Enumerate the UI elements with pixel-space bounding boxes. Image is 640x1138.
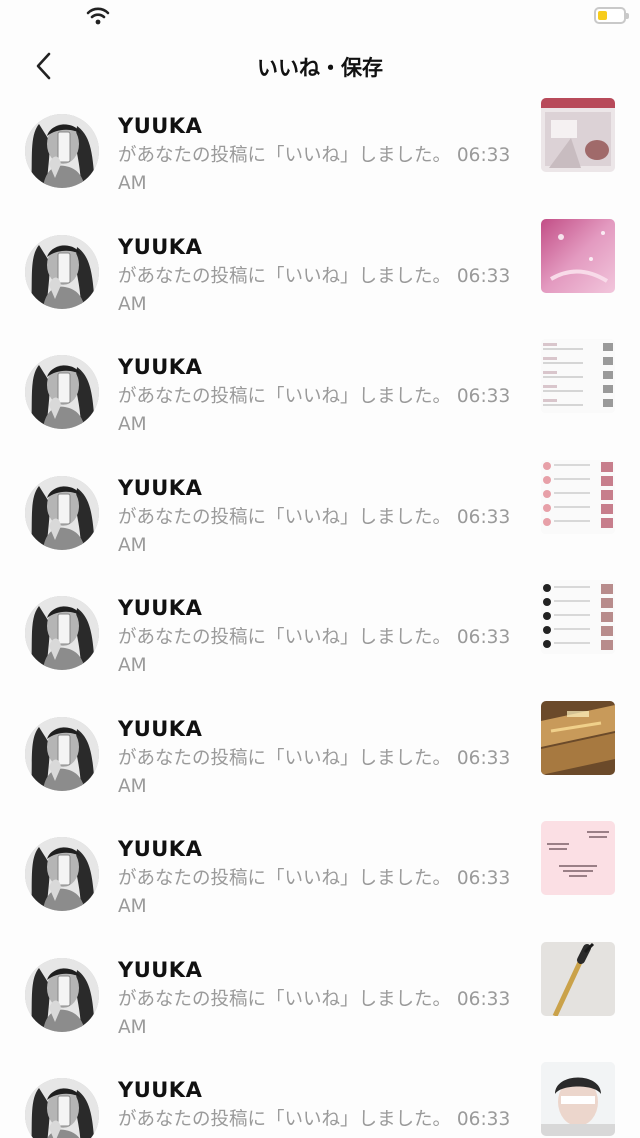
- notification-message: があなたの投稿に「いいね」しました。 06:33 AM: [118, 986, 528, 1042]
- username[interactable]: YUUKA: [118, 717, 202, 741]
- notification-message: があなたの投稿に「いいね」しました。 06:33 AM: [118, 263, 528, 319]
- avatar[interactable]: [25, 475, 99, 550]
- post-thumbnail[interactable]: [541, 459, 615, 534]
- nav-header: いいね・保存: [0, 34, 640, 96]
- message-text: があなたの投稿に「いいね」しました。: [118, 386, 452, 407]
- post-thumbnail[interactable]: [541, 821, 615, 895]
- notification-message: があなたの投稿に「いいね」しました。 06:33 AM: [118, 624, 528, 680]
- page-title: いいね・保存: [257, 56, 383, 80]
- notification-message: があなたの投稿に「いいね」しました。 06:33 AM: [118, 142, 528, 198]
- notification-item[interactable]: YUUKA があなたの投稿に「いいね」しました。 06:33 AM: [0, 578, 640, 699]
- wifi-icon: [86, 7, 110, 25]
- post-thumbnail[interactable]: [541, 941, 615, 1016]
- username[interactable]: YUUKA: [118, 837, 202, 861]
- notification-message: があなたの投稿に「いいね」しました。 06:33 AM: [118, 504, 528, 560]
- avatar[interactable]: [25, 114, 99, 188]
- battery-level: [598, 11, 607, 20]
- status-bar: [0, 0, 640, 34]
- notification-item[interactable]: YUUKA があなたの投稿に「いいね」しました。 06:33 AM: [0, 940, 640, 1061]
- username[interactable]: YUUKA: [118, 958, 202, 982]
- message-text: があなたの投稿に「いいね」しました。: [118, 1109, 452, 1130]
- message-text: があなたの投稿に「いいね」しました。: [118, 145, 452, 166]
- notification-message: があなたの投稿に「いいね」しました。 06:33 AM: [118, 383, 528, 439]
- post-thumbnail[interactable]: [541, 98, 615, 172]
- notification-item[interactable]: YUUKA があなたの投稿に「いいね」しました。 06:33 AM: [0, 1060, 640, 1138]
- post-thumbnail[interactable]: [541, 1062, 615, 1136]
- notification-item[interactable]: YUUKA があなたの投稿に「いいね」しました。 06:33 AM: [0, 217, 640, 338]
- username[interactable]: YUUKA: [118, 1078, 202, 1102]
- avatar[interactable]: [25, 234, 99, 309]
- post-thumbnail[interactable]: [541, 339, 615, 413]
- post-thumbnail[interactable]: [541, 218, 615, 293]
- message-text: があなたの投稿に「いいね」しました。: [118, 988, 452, 1010]
- notification-item[interactable]: YUUKA があなたの投稿に「いいね」しました。 06:33 AM: [0, 699, 640, 820]
- notification-item[interactable]: YUUKA があなたの投稿に「いいね」しました。 06:33 AM: [0, 96, 640, 217]
- post-thumbnail[interactable]: [541, 700, 615, 775]
- notification-message: があなたの投稿に「いいね」しました。 06:33 AM: [118, 1106, 528, 1138]
- username[interactable]: YUUKA: [118, 114, 202, 138]
- avatar[interactable]: [25, 355, 99, 429]
- message-text: があなたの投稿に「いいね」しました。: [118, 747, 452, 769]
- avatar[interactable]: [25, 837, 99, 911]
- notification-message: があなたの投稿に「いいね」しました。 06:33 AM: [118, 865, 528, 921]
- battery-icon: [594, 7, 629, 24]
- username[interactable]: YUUKA: [118, 235, 202, 259]
- message-text: があなたの投稿に「いいね」しました。: [118, 627, 452, 648]
- avatar[interactable]: [25, 957, 99, 1032]
- username[interactable]: YUUKA: [118, 596, 202, 620]
- post-thumbnail[interactable]: [541, 580, 615, 654]
- username[interactable]: YUUKA: [118, 476, 202, 500]
- avatar[interactable]: [25, 596, 99, 670]
- avatar[interactable]: [25, 1078, 99, 1138]
- username[interactable]: YUUKA: [118, 355, 202, 379]
- notification-item[interactable]: YUUKA があなたの投稿に「いいね」しました。 06:33 AM: [0, 819, 640, 940]
- avatar[interactable]: [25, 716, 99, 791]
- message-text: があなたの投稿に「いいね」しました。: [118, 506, 452, 528]
- notification-item[interactable]: YUUKA があなたの投稿に「いいね」しました。 06:33 AM: [0, 337, 640, 458]
- notification-item[interactable]: YUUKA があなたの投稿に「いいね」しました。 06:33 AM: [0, 458, 640, 579]
- notification-list: YUUKA があなたの投稿に「いいね」しました。 06:33 AM YUUKA …: [0, 96, 640, 1138]
- notification-message: があなたの投稿に「いいね」しました。 06:33 AM: [118, 745, 528, 801]
- message-text: があなたの投稿に「いいね」しました。: [118, 265, 452, 287]
- message-text: があなたの投稿に「いいね」しました。: [118, 868, 452, 889]
